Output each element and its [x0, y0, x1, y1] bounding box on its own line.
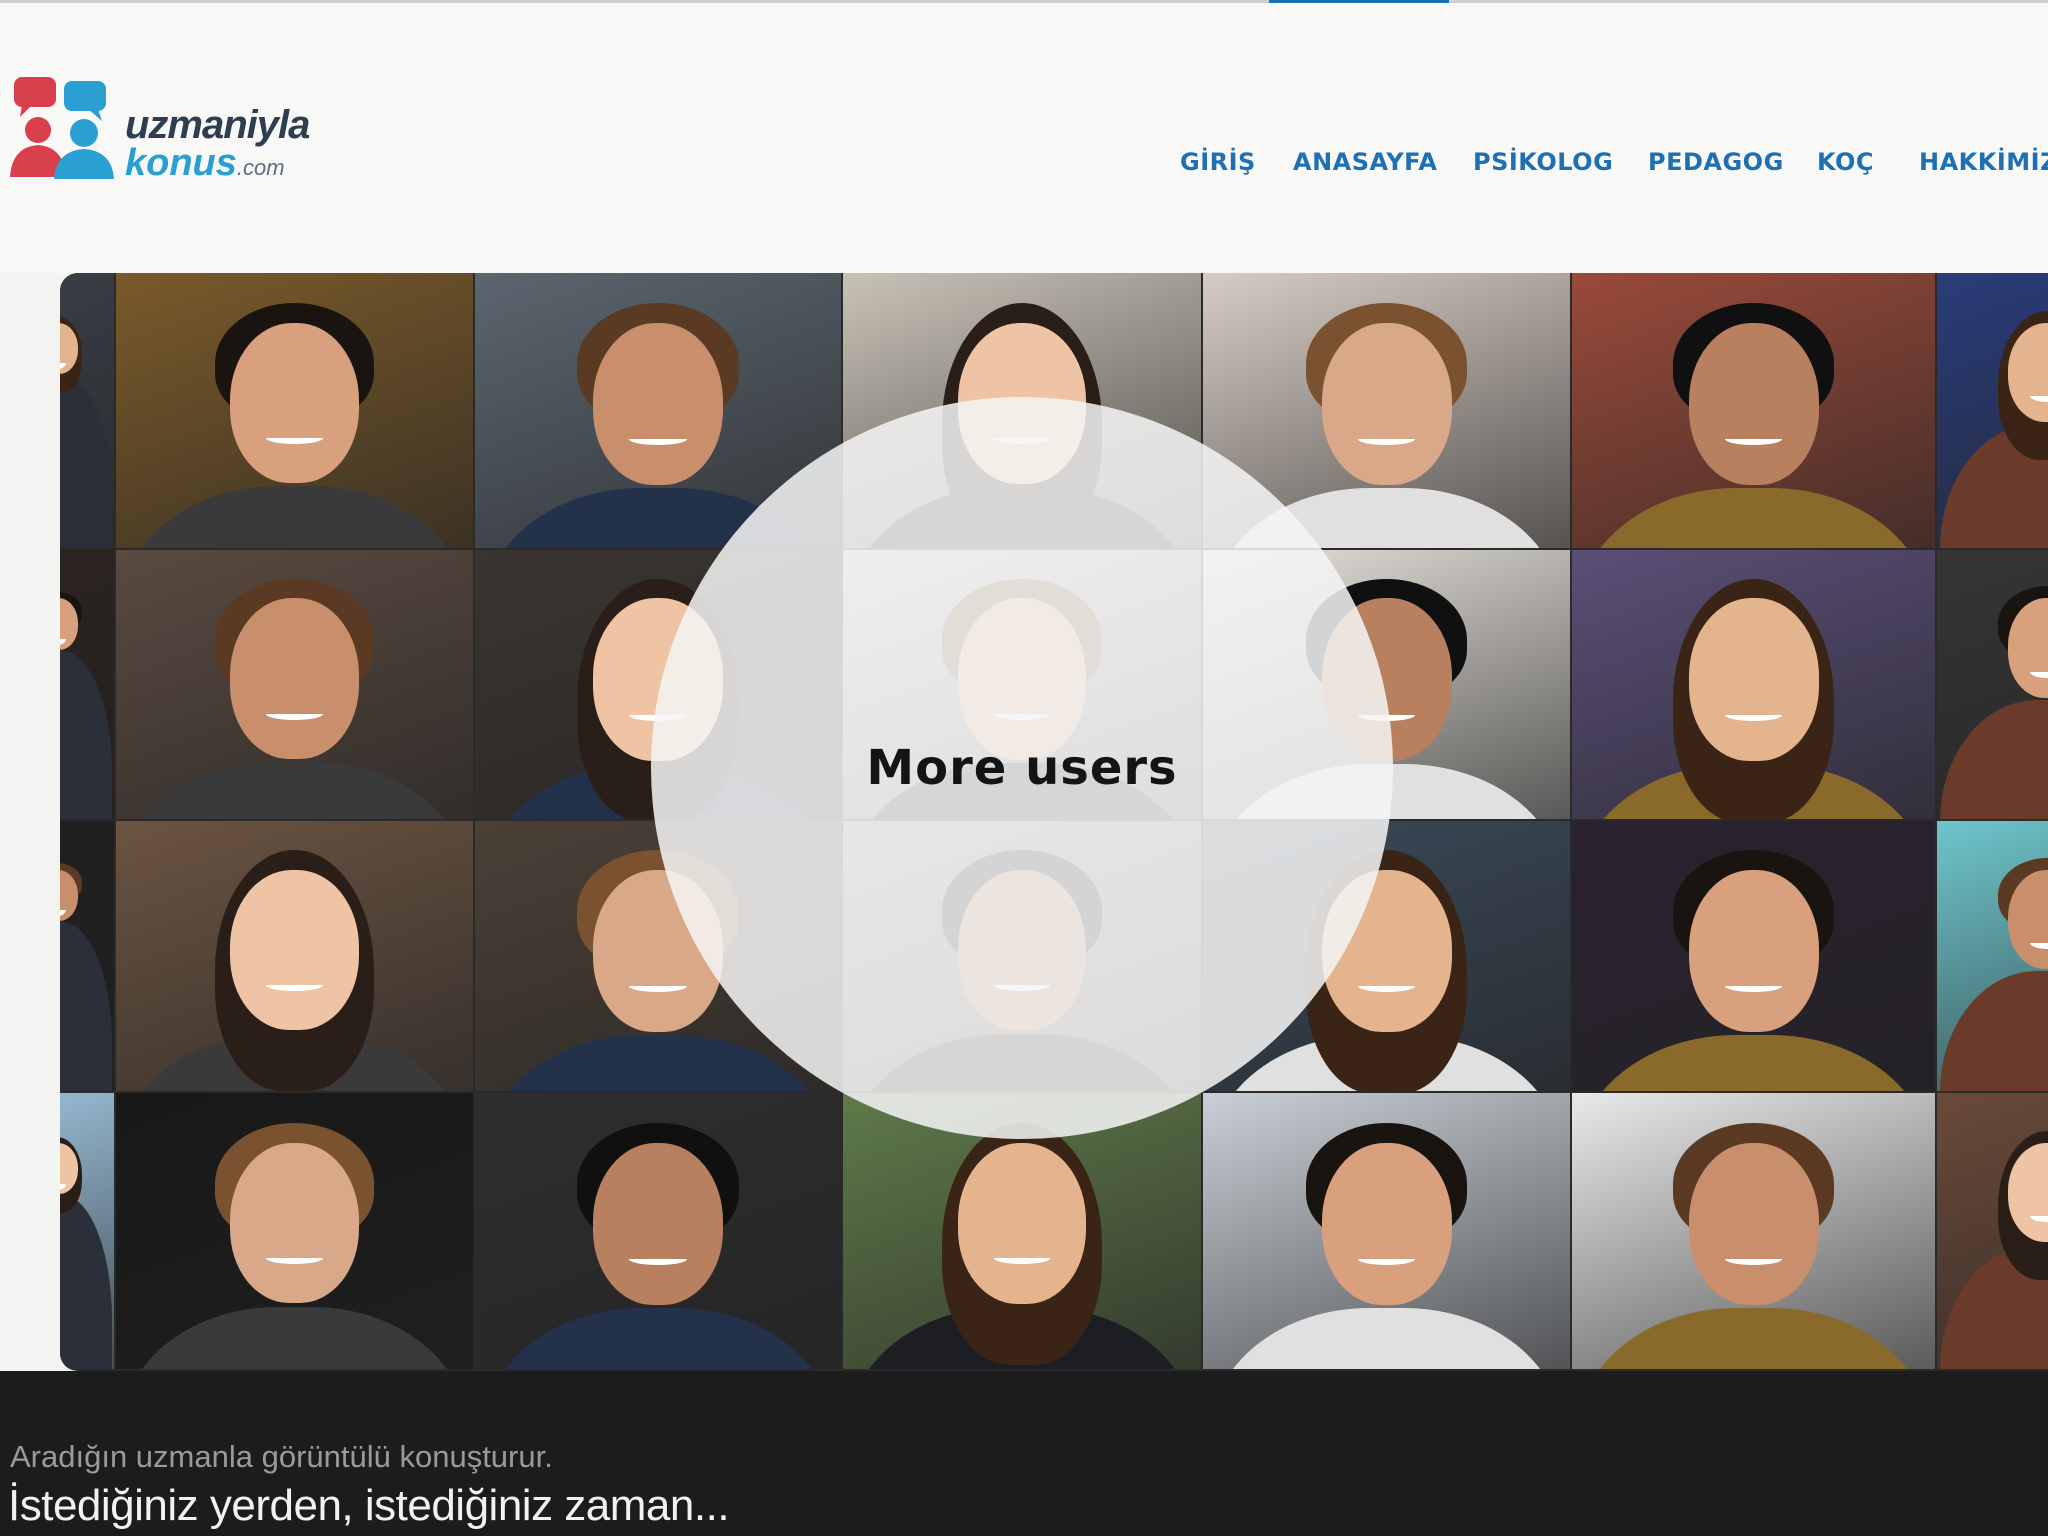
person-face — [1321, 322, 1452, 485]
user-photo[interactable] — [1937, 273, 2048, 548]
person-smile — [1724, 709, 1783, 721]
person-smile — [266, 1252, 323, 1264]
person-face — [1688, 1142, 1819, 1306]
logo-line2: konus.com — [125, 142, 309, 186]
user-photo[interactable] — [1937, 1093, 2048, 1369]
person-face — [230, 598, 359, 760]
person-smile — [629, 980, 687, 993]
nav-item-hakkimizda[interactable]: HAKKİMİZD — [1919, 148, 2048, 176]
nav-item-pedagog[interactable]: PEDAGOG — [1648, 148, 1784, 176]
user-photo[interactable] — [1203, 1093, 1570, 1369]
user-photo[interactable] — [1572, 273, 1935, 548]
person-face — [593, 1142, 723, 1306]
nav-item-psikolog[interactable]: PSİKOLOG — [1473, 148, 1613, 176]
person-face — [230, 869, 359, 1031]
logo-line2-text: konus — [125, 142, 237, 184]
nav-item-koc[interactable]: KOÇ — [1817, 148, 1874, 176]
user-photo[interactable] — [1572, 1093, 1935, 1369]
logo-line1: uzmaniyla — [125, 103, 310, 147]
more-users-label: More users — [866, 740, 1178, 796]
user-photo[interactable] — [1572, 821, 1935, 1091]
site-header: uzmaniyla konus.com GİRİŞ ANASAYFA PSİKO… — [0, 3, 2048, 273]
user-photo[interactable] — [116, 821, 473, 1091]
user-photo[interactable] — [60, 821, 114, 1091]
user-photo[interactable] — [475, 1093, 841, 1369]
person-smile — [629, 433, 687, 445]
user-photo[interactable] — [60, 273, 114, 548]
more-users-button[interactable]: More users — [651, 397, 1393, 1139]
user-photo[interactable] — [116, 273, 473, 548]
nav-item-giris[interactable]: GİRİŞ — [1180, 148, 1256, 176]
person-smile — [266, 979, 323, 991]
person-face — [1688, 869, 1819, 1033]
site-logo[interactable]: uzmaniyla konus.com — [8, 75, 348, 185]
user-photo[interactable] — [60, 550, 114, 819]
person-smile — [1357, 433, 1416, 445]
footer-tagline: Aradığın uzmanla görüntülü konuşturur. — [10, 1439, 553, 1474]
person-face — [230, 322, 359, 484]
person-face — [957, 1142, 1087, 1304]
person-smile — [266, 708, 323, 720]
user-photo[interactable] — [116, 1093, 473, 1369]
person-face — [593, 322, 723, 485]
user-photo[interactable] — [60, 1093, 114, 1369]
logo-suffix: .com — [236, 155, 285, 180]
nav-item-anasayfa[interactable]: ANASAYFA — [1293, 148, 1437, 176]
footer-headline: İstediğiniz yerden, istediğiniz zaman... — [8, 1481, 730, 1530]
logo-wordmark: uzmaniyla konus.com — [125, 103, 310, 186]
user-photo[interactable] — [1572, 550, 1935, 819]
person-smile — [1724, 433, 1783, 445]
person-smile — [266, 432, 323, 444]
user-photo[interactable] — [116, 550, 473, 819]
person-face — [1688, 598, 1819, 761]
user-photo[interactable] — [1937, 821, 2048, 1091]
person-face — [230, 1142, 359, 1304]
user-photo[interactable] — [1937, 550, 2048, 819]
footer-banner: Aradığın uzmanla görüntülü konuşturur. İ… — [0, 1371, 2048, 1536]
logo-people-icon — [10, 77, 114, 179]
person-smile — [629, 1253, 687, 1266]
person-face — [1321, 1142, 1452, 1306]
person-face — [1688, 322, 1819, 485]
